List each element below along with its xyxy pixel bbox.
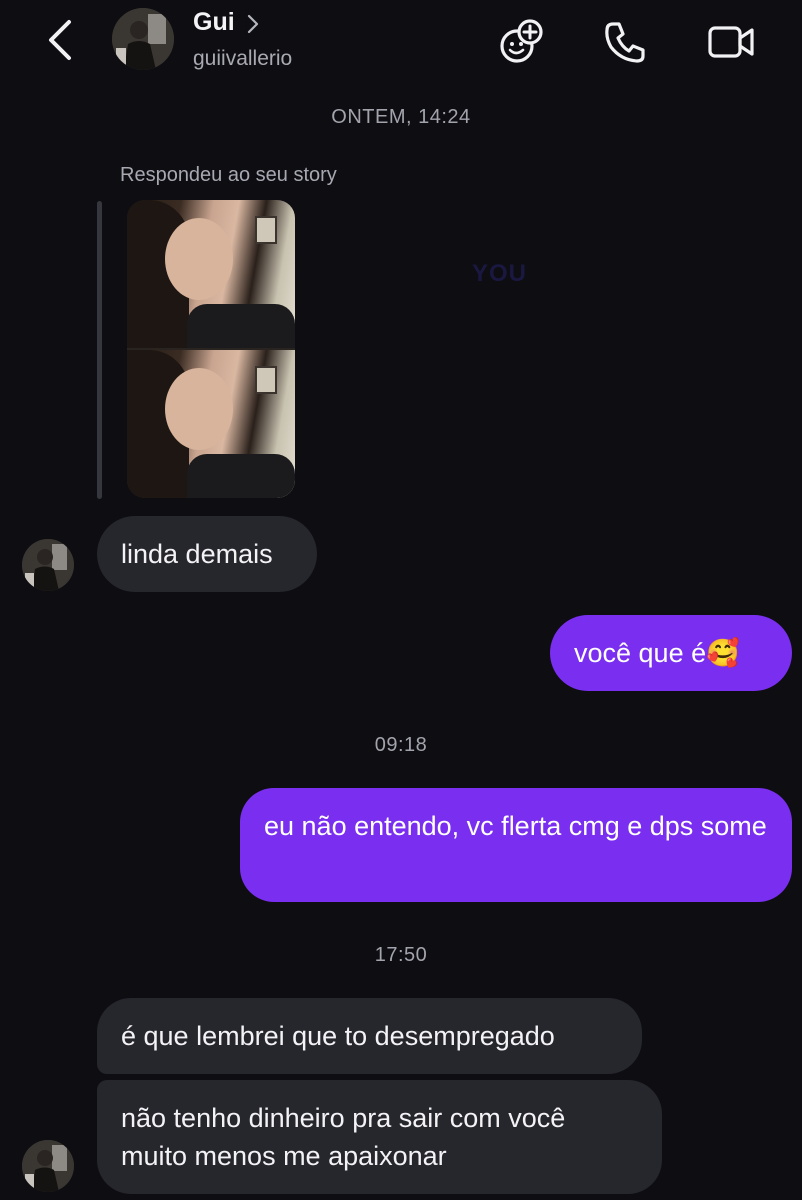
timestamp: ONTEM, 14:24 [331, 106, 471, 128]
video-camera-icon [708, 26, 754, 58]
effects-button[interactable] [496, 17, 546, 67]
profile-link[interactable]: Gui [193, 8, 259, 37]
message-incoming[interactable]: é que lembrei que to desempregado [97, 998, 642, 1074]
sender-avatar[interactable] [22, 539, 74, 591]
chevron-left-icon [49, 20, 71, 60]
video-call-button[interactable] [706, 17, 756, 67]
chevron-right-icon [247, 14, 258, 33]
story-thumbnail[interactable] [127, 200, 295, 498]
message-incoming[interactable]: não tenho dinheiro pra sair com você mui… [97, 1080, 662, 1194]
timestamp: 09:18 [374, 734, 428, 756]
story-reply-caption: Respondeu ao seu story [120, 164, 337, 186]
contact-name: Gui [193, 8, 235, 36]
header-avatar[interactable] [112, 8, 174, 70]
message-outgoing[interactable]: você que é🥰 [550, 615, 792, 691]
timestamp: 17:50 [374, 944, 428, 966]
message-outgoing[interactable]: eu não entendo, vc flerta cmg e dps some [240, 788, 792, 902]
story-reply-bar [97, 201, 102, 499]
message-incoming[interactable]: linda demais [97, 516, 317, 592]
back-button[interactable] [40, 18, 80, 62]
phone-icon [605, 22, 645, 63]
watermark-text: YOU [472, 260, 528, 287]
sender-avatar[interactable] [22, 1140, 74, 1192]
effects-add-icon [500, 19, 543, 63]
chat-screen: Gui guiivallerio ONTEM, 14:24 Respondeu … [0, 0, 802, 1200]
call-button[interactable] [600, 17, 650, 67]
contact-username: guiivallerio [193, 47, 293, 70]
